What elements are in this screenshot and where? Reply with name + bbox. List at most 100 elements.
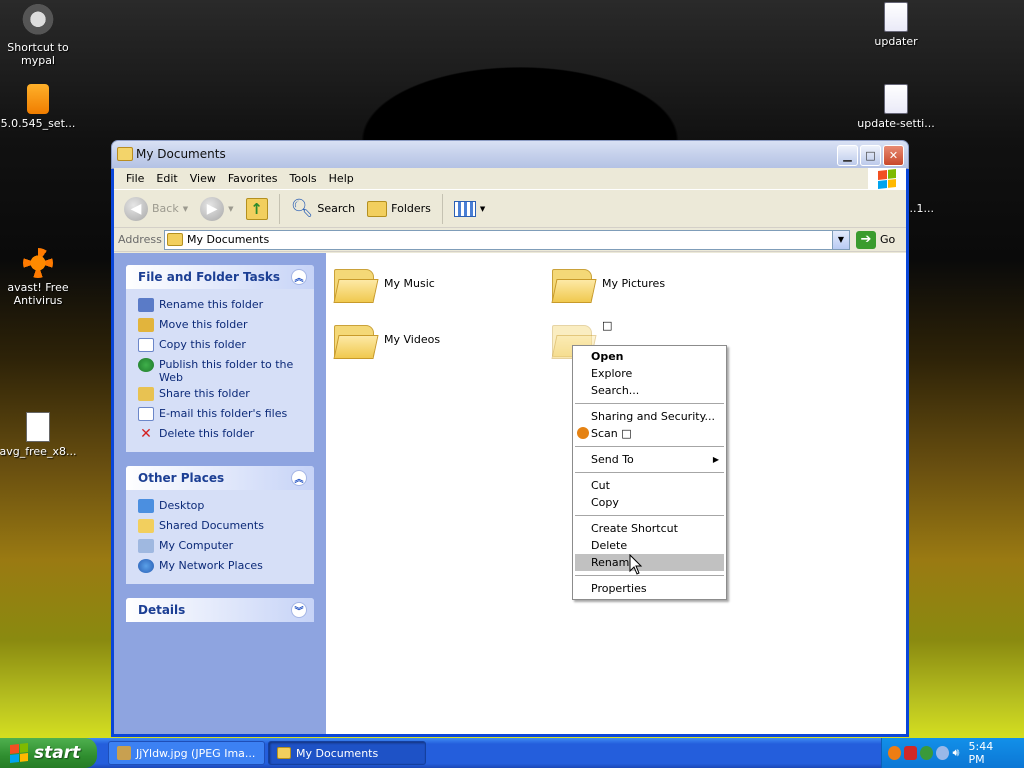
- menu-item-scan[interactable]: Scan □: [573, 425, 726, 442]
- back-arrow-icon: ◀: [124, 196, 148, 221]
- volume-tray-icon[interactable]: 🔊︎: [952, 746, 965, 760]
- panel-header[interactable]: File and Folder Tasks ︽: [126, 265, 314, 289]
- taskbar-item-jpeg[interactable]: JjYldw.jpg (JPEG Ima...: [108, 741, 265, 765]
- panel-body: Rename this folder Move this folder Copy…: [126, 289, 314, 452]
- title-bar[interactable]: My Documents ▁ □ ✕: [111, 140, 909, 169]
- minimize-button[interactable]: ▁: [837, 145, 858, 166]
- taskbar-item-my-documents[interactable]: My Documents: [268, 741, 426, 765]
- menu-bar: File Edit View Favorites Tools Help: [114, 168, 906, 190]
- go-label: Go: [880, 233, 896, 246]
- panel-details: Details ︾: [126, 598, 314, 622]
- computer-icon: [138, 539, 154, 553]
- globe-icon: [138, 358, 154, 372]
- chevron-down-icon: ▼: [228, 204, 234, 213]
- panel-body: Desktop Shared Documents My Computer My …: [126, 490, 314, 584]
- window-client: File Edit View Favorites Tools Help ◀ Ba…: [114, 168, 906, 734]
- mouse-cursor-icon: [629, 554, 643, 575]
- folder-my-music[interactable]: My Music: [332, 263, 435, 303]
- menu-file[interactable]: File: [120, 172, 150, 185]
- task-email-files[interactable]: E-mail this folder's files: [138, 404, 304, 424]
- menu-item-delete[interactable]: Delete: [573, 537, 726, 554]
- menu-item-send-to[interactable]: Send To ▶: [573, 451, 726, 468]
- views-button[interactable]: ▼: [450, 199, 489, 219]
- menu-item-explore[interactable]: Explore: [573, 365, 726, 382]
- chevron-down-icon: ▼: [479, 204, 486, 213]
- menu-divider: [575, 446, 724, 447]
- back-label: Back: [152, 202, 179, 215]
- address-input[interactable]: My Documents ▼: [164, 229, 850, 250]
- task-publish-folder[interactable]: Publish this folder to the Web: [138, 355, 304, 384]
- installer-icon: [27, 84, 49, 114]
- desktop-icon-update-settings[interactable]: update-setti...: [856, 84, 936, 130]
- menu-item-cut[interactable]: Cut: [573, 477, 726, 494]
- up-button[interactable]: ↑: [242, 196, 272, 222]
- toolbar-separator: [441, 193, 443, 224]
- menu-item-label: Scan □: [591, 427, 632, 440]
- place-shared-documents[interactable]: Shared Documents: [138, 516, 304, 536]
- panel-header[interactable]: Details ︾: [126, 598, 314, 622]
- menu-item-rename[interactable]: Rename: [575, 554, 724, 571]
- task-label: Delete this folder: [159, 427, 255, 440]
- menu-item-search[interactable]: Search...: [573, 382, 726, 399]
- toolbar-separator: [278, 193, 280, 224]
- menu-help[interactable]: Help: [323, 172, 360, 185]
- task-share-folder[interactable]: Share this folder: [138, 384, 304, 404]
- menu-edit[interactable]: Edit: [150, 172, 183, 185]
- start-label: start: [34, 743, 81, 763]
- desktop-icon-updater[interactable]: updater: [856, 2, 936, 48]
- menu-view[interactable]: View: [184, 172, 222, 185]
- desktop-icon-mypal[interactable]: Shortcut to mypal: [0, 4, 78, 67]
- collapse-chevron-icon[interactable]: ︽: [291, 269, 307, 285]
- expand-chevron-icon[interactable]: ︾: [291, 602, 307, 618]
- folder-my-videos[interactable]: My Videos: [332, 319, 440, 359]
- close-button[interactable]: ✕: [883, 145, 904, 166]
- task-delete-folder[interactable]: ✕ Delete this folder: [138, 424, 304, 444]
- go-button[interactable]: ➔ Go: [856, 230, 896, 249]
- menu-item-sharing-security[interactable]: Sharing and Security...: [573, 408, 726, 425]
- email-icon: [138, 407, 154, 421]
- shield-tray-icon[interactable]: [904, 746, 918, 760]
- desktop-icon-setup[interactable]: 5.0.545_set...: [0, 84, 78, 130]
- folders-button[interactable]: Folders: [363, 199, 435, 219]
- clock[interactable]: 5:44 PM: [969, 740, 1010, 766]
- place-my-network-places[interactable]: My Network Places: [138, 556, 304, 576]
- menu-item-label: Send To: [591, 453, 634, 466]
- menu-divider: [575, 575, 724, 576]
- task-label: Copy this folder: [159, 338, 246, 351]
- forward-arrow-icon: ▶: [200, 196, 225, 221]
- avast-tray-icon[interactable]: [888, 746, 902, 760]
- panel-other-places: Other Places ︽ Desktop Shared Documents …: [126, 466, 314, 584]
- start-button[interactable]: start: [0, 738, 97, 768]
- address-dropdown-button[interactable]: ▼: [832, 230, 849, 249]
- network-tray-icon[interactable]: [936, 746, 950, 760]
- task-rename-folder[interactable]: Rename this folder: [138, 295, 304, 315]
- place-desktop[interactable]: Desktop: [138, 496, 304, 516]
- folder-my-pictures[interactable]: My Pictures: [550, 263, 665, 303]
- task-copy-folder[interactable]: Copy this folder: [138, 335, 304, 355]
- forward-button[interactable]: ▶ ▼: [196, 195, 237, 223]
- task-move-folder[interactable]: Move this folder: [138, 315, 304, 335]
- desktop-icon-avast[interactable]: avast! Free Antivirus: [0, 248, 78, 307]
- menu-item-copy[interactable]: Copy: [573, 494, 726, 511]
- desktop-icon-avg[interactable]: avg_free_x8...: [0, 412, 78, 458]
- collapse-chevron-icon[interactable]: ︽: [291, 470, 307, 486]
- taskbar-item-label: My Documents: [296, 746, 379, 760]
- menu-item-open[interactable]: Open: [573, 348, 726, 365]
- maximize-button[interactable]: □: [860, 145, 881, 166]
- copy-icon: [138, 338, 154, 352]
- menu-favorites[interactable]: Favorites: [222, 172, 284, 185]
- back-button[interactable]: ◀ Back ▼: [120, 195, 192, 223]
- security-tray-icon[interactable]: [920, 746, 934, 760]
- folder-icon: [167, 233, 183, 246]
- place-my-computer[interactable]: My Computer: [138, 536, 304, 556]
- folder-icon: [138, 519, 154, 533]
- panel-header[interactable]: Other Places ︽: [126, 466, 314, 490]
- menu-item-create-shortcut[interactable]: Create Shortcut: [573, 520, 726, 537]
- menu-item-properties[interactable]: Properties: [573, 580, 726, 597]
- folder-label: □: [602, 319, 613, 332]
- menu-tools[interactable]: Tools: [284, 172, 323, 185]
- move-icon: [138, 318, 154, 332]
- search-button[interactable]: 🔍︎ Search: [287, 196, 360, 221]
- folder-label: My Music: [384, 276, 435, 290]
- maximize-icon: □: [865, 149, 876, 162]
